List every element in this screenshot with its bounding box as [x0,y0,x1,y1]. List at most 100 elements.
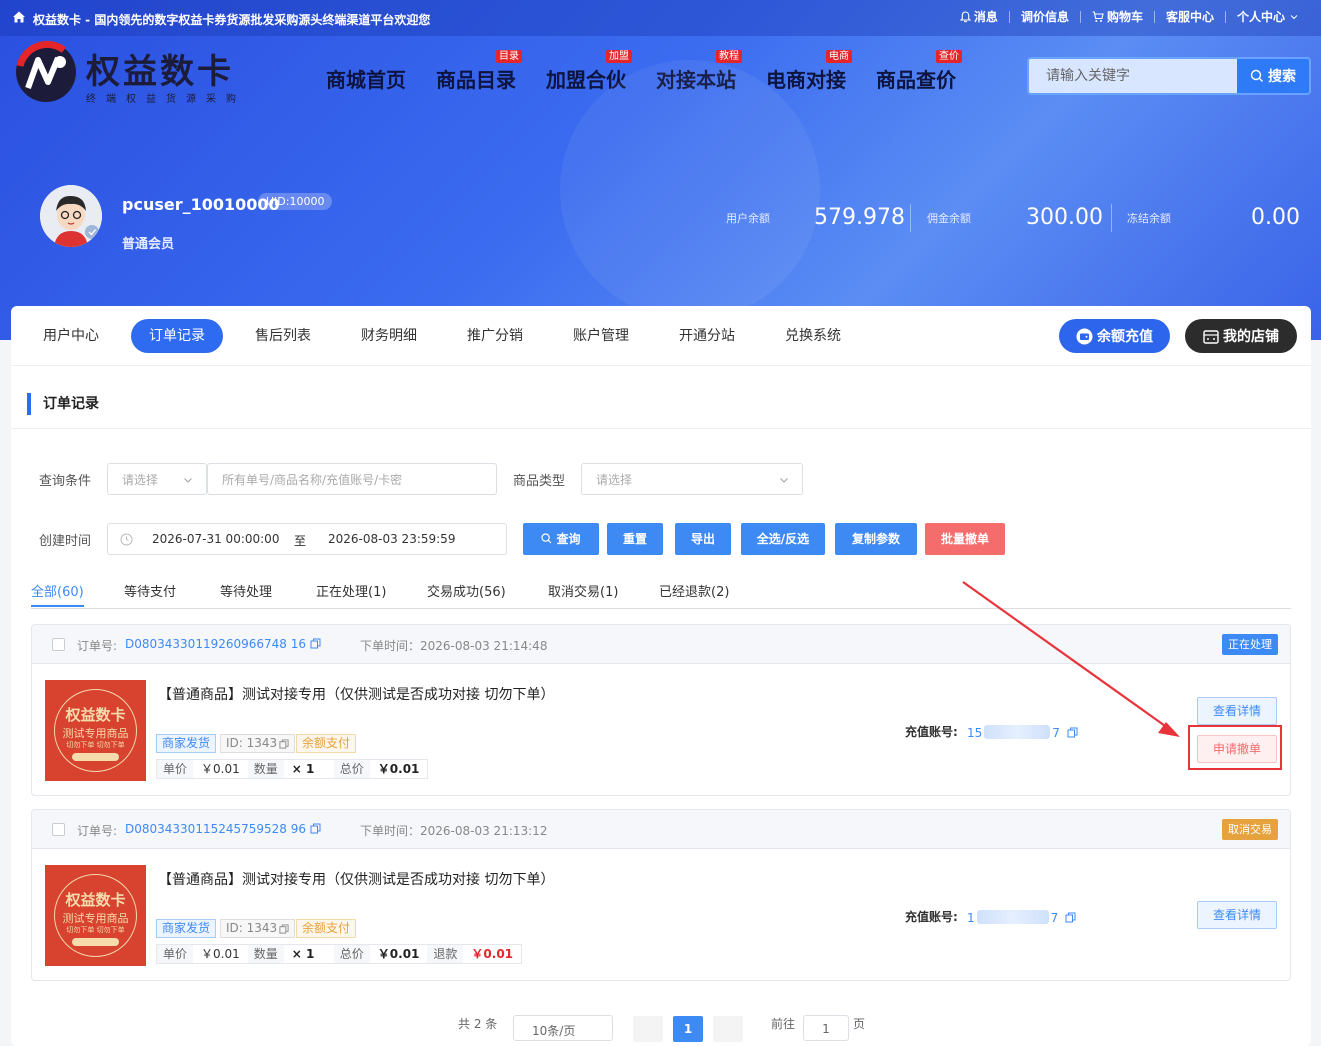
tab-after-sales[interactable]: 售后列表 [251,319,315,353]
copy-icon[interactable] [1067,727,1078,738]
user-balance-value: 579.978 [814,205,905,230]
copy-params-button[interactable]: 复制参数 [835,523,917,555]
nav-franchise[interactable]: 加盟合伙 加盟 [546,48,632,93]
copy-icon[interactable] [279,739,289,749]
member-level: 普通会员 [122,237,175,252]
view-detail-button[interactable]: 查看详情 [1197,901,1277,929]
status-tab-awaiting-payment[interactable]: 等待支付 [124,581,176,600]
pager-next-button[interactable] [713,1016,743,1042]
nav-ecommerce[interactable]: 电商对接 电商 [766,48,852,93]
chevron-down-icon [780,478,788,483]
logo-slogan: 终端权益货源采购 [86,94,246,105]
nav-home[interactable]: 商城首页 [326,48,406,93]
pager-goto-input[interactable]: 1 [803,1015,849,1041]
date-end[interactable]: 2026-08-03 23:59:59 [328,532,455,546]
search-input[interactable]: 请输入关键字 [1029,59,1237,93]
personal-center-link[interactable]: 个人中心 [1226,11,1313,23]
view-detail-button[interactable]: 查看详情 [1197,697,1277,725]
tab-substation[interactable]: 开通分站 [675,319,739,353]
pager-prev-button[interactable] [633,1016,663,1042]
site-logo[interactable]: 权益数卡 终端权益货源采购 [14,40,254,106]
recharge-button[interactable]: 余额充值 [1059,319,1170,353]
cart-link[interactable]: 购物车 [1081,11,1155,23]
tag-product-id: ID: 1343 [220,919,296,938]
order-checkbox[interactable] [52,823,65,836]
query-button[interactable]: 查询 [523,523,599,555]
select-all-button[interactable]: 全选/反选 [741,523,825,555]
commission-balance-value: 300.00 [1026,205,1103,230]
tab-user-center[interactable]: 用户中心 [39,319,103,353]
query-keyword-input[interactable]: 所有单号/商品名称/充值账号/卡密 [207,463,497,495]
user-balance-label: 用户余额 [726,211,770,225]
pager-page-1[interactable]: 1 [673,1016,703,1042]
nav-badge: 教程 [716,50,742,63]
search-box: 请输入关键字 搜索 [1027,57,1311,95]
status-tab-refunded[interactable]: 已经退款(2) [659,581,729,600]
main-card: 用户中心 订单记录 售后列表 财务明细 推广分销 账户管理 开通分站 兑换系统 … [11,306,1311,1046]
tab-order-records[interactable]: 订单记录 [131,319,223,353]
order-no[interactable]: D08034330119260966748 16 [125,637,321,651]
status-tab-awaiting-process[interactable]: 等待处理 [220,581,272,600]
pager-goto-label: 前往 [771,1017,796,1031]
query-condition-label: 查询条件 [39,474,92,489]
reset-button[interactable]: 重置 [607,523,663,555]
copy-icon[interactable] [310,823,321,834]
date-range-picker[interactable]: 2026-07-31 00:00:00 至 2026-08-03 23:59:5… [107,523,507,555]
account-value[interactable]: 15 7 [967,723,1078,740]
date-start[interactable]: 2026-07-31 00:00:00 [152,532,279,546]
pager-size-select[interactable]: 10条/页 [513,1015,613,1041]
price-row: 单价 ￥0.01 数量 × 1 总价 ￥0.01 [156,759,429,779]
messages-link[interactable]: 消息 [949,11,1010,23]
product-thumbnail[interactable]: 权益数卡 测试专用商品 切勿下单 切勿下单 [45,680,146,781]
price-change-link[interactable]: 调价信息 [1010,11,1081,23]
batch-cancel-button[interactable]: 批量撤单 [925,523,1005,555]
status-tab-cancelled[interactable]: 取消交易(1) [548,581,618,600]
customer-service-link[interactable]: 客服中心 [1155,11,1226,23]
nav-badge: 查价 [936,50,962,63]
commission-balance-label: 佣金余额 [927,211,971,225]
home-icon[interactable] [12,10,26,24]
order-checkbox[interactable] [52,638,65,651]
uid-badge: UID:10000 [258,193,333,210]
main-nav: 商城首页 商品目录 目录 加盟合伙 加盟 对接本站 教程 电商对接 电商 商品查价 查价 [326,48,986,93]
search-button[interactable]: 搜索 [1237,59,1309,93]
avatar[interactable] [40,185,102,247]
status-badge: 正在处理 [1222,634,1278,655]
product-title[interactable]: 【普通商品】测试对接专用（仅供测试是否成功对接 切勿下单） [158,684,554,704]
nav-catalog[interactable]: 商品目录 目录 [436,48,522,93]
status-tab-success[interactable]: 交易成功(56) [427,581,506,600]
tab-exchange[interactable]: 兑换系统 [781,319,845,353]
tag-product-id: ID: 1343 [220,734,296,753]
tab-finance[interactable]: 财务明细 [357,319,421,353]
nav-badge: 目录 [496,50,522,63]
nav-integration[interactable]: 对接本站 教程 [656,48,742,93]
copy-icon[interactable] [1065,912,1076,923]
user-tabs: 用户中心 订单记录 售后列表 财务明细 推广分销 账户管理 开通分站 兑换系统 … [11,306,1311,366]
copy-icon[interactable] [310,638,321,649]
status-tab-processing[interactable]: 正在处理(1) [316,581,386,600]
user-balance: 用户余额 579.978 [726,205,905,230]
avatar-image [40,185,102,247]
clock-icon [120,533,133,546]
section-title: 订单记录 [27,393,99,415]
tab-account[interactable]: 账户管理 [569,319,633,353]
wallet-icon [1076,328,1093,344]
product-title[interactable]: 【普通商品】测试对接专用（仅供测试是否成功对接 切勿下单） [158,869,554,889]
cart-icon [1092,11,1104,22]
product-type-select[interactable]: 请选择 [581,463,803,495]
order-no[interactable]: D08034330115245759528 96 [125,822,321,836]
query-condition-select[interactable]: 请选择 [107,463,207,495]
my-shop-button[interactable]: 我的店铺 [1185,319,1297,353]
tag-merchant-ship: 商家发货 [156,919,217,938]
product-type-label: 商品类型 [513,474,566,489]
product-thumbnail[interactable]: 权益数卡 测试专用商品 切勿下单 切勿下单 [45,865,146,966]
copy-icon[interactable] [279,924,289,934]
pager-total: 共 2 条 [458,1017,498,1031]
export-button[interactable]: 导出 [675,523,731,555]
status-badge: 取消交易 [1222,819,1278,840]
account-value[interactable]: 17 [967,908,1076,925]
tag-balance-pay: 余额支付 [296,734,357,753]
tab-promotion[interactable]: 推广分销 [463,319,527,353]
nav-price-check[interactable]: 商品查价 查价 [876,48,962,93]
status-tab-all[interactable]: 全部(60) [31,581,84,607]
